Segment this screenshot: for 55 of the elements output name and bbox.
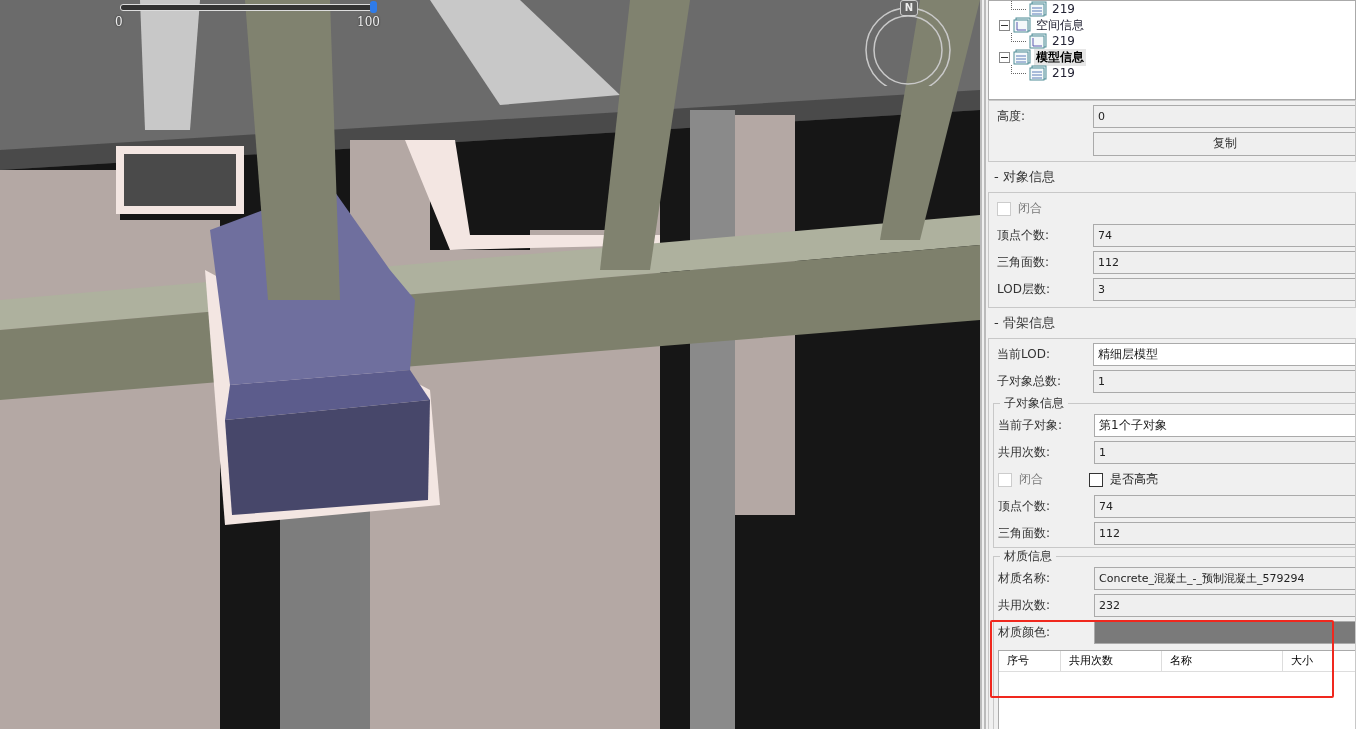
field-label: 共用次数: — [998, 597, 1052, 614]
column-header[interactable]: 名称 — [1162, 651, 1283, 671]
text-field[interactable]: 0 — [1093, 105, 1355, 128]
field-label: 材质颜色: — [998, 624, 1052, 641]
slider-track[interactable] — [120, 4, 375, 11]
column-header[interactable]: 序号 — [999, 651, 1061, 671]
collapse-toggle-icon[interactable] — [999, 51, 1010, 63]
text-field[interactable]: 74 — [1094, 495, 1355, 518]
field-label: 材质名称: — [998, 570, 1052, 587]
field-label: 三角面数: — [997, 254, 1051, 271]
field-label: 三角面数: — [998, 525, 1052, 542]
checkbox-label: 闭合 — [1019, 471, 1043, 488]
text-field[interactable]: 232 — [1094, 594, 1355, 617]
tree-node-icon — [1029, 33, 1047, 49]
checkbox[interactable] — [1089, 472, 1103, 487]
column-header[interactable]: 共用次数 — [1061, 651, 1162, 671]
text-field[interactable]: 3 — [1093, 278, 1355, 301]
section-header[interactable]: - 对象信息 — [986, 162, 1356, 192]
collapse-toggle-icon[interactable] — [999, 19, 1010, 31]
section-header[interactable]: - 骨架信息 — [986, 308, 1356, 338]
checkbox-label: 闭合 — [1018, 200, 1042, 217]
tree-node-label[interactable]: 模型信息 — [1034, 48, 1086, 66]
text-field[interactable]: 第1个子对象 — [1094, 414, 1355, 437]
slider-thumb[interactable] — [370, 1, 377, 13]
column-header[interactable]: 大小 — [1283, 651, 1355, 671]
text-field[interactable]: 74 — [1093, 224, 1355, 247]
tree-node-label[interactable]: 219 — [1050, 34, 1077, 48]
copy-button[interactable]: 复制 — [1093, 131, 1355, 156]
tree-node-label[interactable]: 219 — [1050, 66, 1077, 80]
field-label: 当前LOD: — [997, 346, 1051, 363]
text-field[interactable]: 112 — [1093, 251, 1355, 274]
text-field[interactable]: Concrete_混凝土_-_预制混凝土_579294 — [1094, 567, 1355, 590]
field-label: 共用次数: — [998, 444, 1052, 461]
tree-node-icon — [1013, 49, 1031, 65]
field-label: 子对象总数: — [997, 373, 1063, 390]
checkbox-label: 是否高亮 — [1110, 471, 1158, 488]
color-swatch[interactable] — [1094, 621, 1355, 644]
group-title: 子对象信息 — [1003, 395, 1065, 412]
group-title: 材质信息 — [1003, 548, 1053, 565]
slider-max-label: 100 — [357, 15, 380, 29]
field-label: LOD层数: — [997, 281, 1051, 298]
field-label: 高度: — [997, 108, 1027, 125]
text-field[interactable]: 精细层模型 — [1093, 343, 1355, 366]
compass-north-label: N — [900, 0, 918, 16]
tree-node-icon — [1029, 65, 1047, 81]
text-field[interactable]: 1 — [1094, 441, 1355, 464]
tree-node-label[interactable]: 219 — [1050, 2, 1077, 16]
text-field[interactable]: 1 — [1093, 370, 1355, 393]
text-field[interactable]: 112 — [1094, 522, 1355, 545]
field-label: 当前子对象: — [998, 417, 1064, 434]
field-label: 顶点个数: — [997, 227, 1051, 244]
tree-node-label[interactable]: 空间信息 — [1034, 16, 1086, 34]
tree-node-icon — [1013, 17, 1031, 33]
field-label: 顶点个数: — [998, 498, 1052, 515]
slider-min-label: 0 — [115, 15, 123, 29]
